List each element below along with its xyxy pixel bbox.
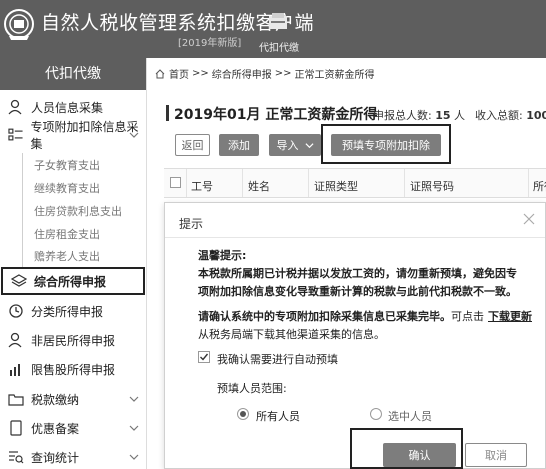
sidebar-item-label: 限售股所得申报 [31, 362, 116, 377]
subitem-label: 赡养老人支出 [34, 249, 100, 263]
radio-selected-persons-label[interactable]: 选中人员 [388, 408, 432, 424]
chevron-down-icon [129, 396, 139, 402]
income-total-value: 100 [526, 109, 546, 122]
auto-prefill-checkbox[interactable] [198, 351, 210, 363]
column-header-income[interactable]: 所得 [533, 178, 546, 194]
add-button[interactable]: 添加 [219, 134, 259, 156]
sidebar-item-label: 查询统计 [31, 450, 80, 465]
total-persons-unit: 人 [454, 109, 466, 122]
prefill-range-label: 预填人员范围: [217, 382, 287, 395]
cancel-button[interactable]: 取消 [465, 443, 527, 467]
back-button[interactable]: 返回 [175, 134, 210, 156]
column-header-id-type[interactable]: 证照类型 [314, 178, 358, 194]
total-persons-value: 15 [435, 109, 451, 122]
layers-icon [11, 274, 27, 287]
app-header: 自然人税收管理系统扣缴客户端 [2019年新版] 代扣代缴 [0, 0, 546, 58]
table-header: 工号 姓名 证照类型 证照号码 所得 [164, 168, 546, 198]
breadcrumb: 首页 >> 综合所得申报 >> 正常工资薪金所得 [155, 66, 375, 81]
notice-line-1: 本税款所属期已计税并据以发放工资的，请勿重新预填，避免因专 [198, 267, 517, 280]
highlight-box-prefill [321, 124, 451, 164]
withholding-tab-label[interactable]: 代扣代缴 [259, 39, 299, 54]
subitem-label: 住房租金支出 [34, 227, 100, 241]
doc-icon [10, 420, 22, 436]
sidebar-subitem-mortgage-interest[interactable]: 住房贷款利息支出 [0, 199, 147, 222]
dialog-title: 提示 [179, 217, 204, 231]
import-dropdown-button[interactable]: 导入 [269, 134, 321, 156]
notice-line-2: 项附加扣除信息变化导致重新计算的税款与此前代扣税款不一致。 [198, 285, 517, 298]
sidebar-item-query-stats[interactable]: 查询统计 [0, 443, 147, 469]
confirm-line-2: 从税务局端下载其他渠道采集的信息。 [198, 328, 385, 341]
subitem-label: 住房贷款利息支出 [34, 204, 122, 218]
person-icon [8, 332, 22, 348]
sidebar-header: 代扣代缴 [0, 58, 146, 90]
chevron-down-icon [304, 142, 314, 148]
list-icon [8, 128, 23, 141]
sidebar-item-label: 人员信息采集 [31, 100, 104, 115]
sidebar-item-special-deduction[interactable]: 专项附加扣除信息采集 [0, 120, 147, 151]
sidebar-item-comprehensive-income[interactable]: 综合所得申报 [1, 267, 145, 295]
breadcrumb-current: 正常工资薪金所得 [294, 70, 375, 81]
column-header-id-number[interactable]: 证照号码 [410, 178, 454, 194]
sidebar-subitem-child-education[interactable]: 子女教育支出 [0, 153, 147, 176]
radio-all-persons[interactable] [237, 408, 249, 420]
breadcrumb-level2[interactable]: 综合所得申报 [212, 66, 272, 81]
total-persons-label: 申报总人数: [373, 109, 432, 122]
clock-icon [9, 304, 23, 318]
subitem-label: 子女教育支出 [34, 158, 100, 172]
sidebar-subitem-continuing-education[interactable]: 继续教育支出 [0, 176, 147, 199]
prefill-dialog: 提示 温馨提示: 本税款所属期已计税并据以发放工资的，请勿重新预填，避免因专 项… [164, 202, 546, 469]
sidebar-subitem-rent[interactable]: 住房租金支出 [0, 222, 147, 245]
sidebar-subitem-elderly-support[interactable]: 赡养老人支出 [0, 244, 147, 267]
breadcrumb-separator: >> [192, 68, 209, 79]
sidebar-item-label: 分类所得申报 [31, 304, 104, 319]
chevron-down-icon [129, 425, 139, 431]
sidebar-item-personnel[interactable]: 人员信息采集 [0, 93, 147, 121]
withholding-icon[interactable] [268, 12, 288, 30]
column-header-id[interactable]: 工号 [191, 178, 213, 194]
income-total-label: 收入总额: [475, 109, 523, 122]
sidebar-item-classified-income[interactable]: 分类所得申报 [0, 297, 147, 325]
subitem-label: 继续教育支出 [34, 181, 100, 195]
person-icon [8, 99, 22, 115]
sidebar-item-nonresident-income[interactable]: 非居民所得申报 [0, 326, 147, 354]
radio-all-persons-label[interactable]: 所有人员 [256, 408, 300, 424]
download-update-link[interactable]: 下载更新 [488, 310, 532, 323]
chevron-down-icon [129, 132, 139, 138]
chevron-down-icon [129, 454, 139, 460]
select-all-checkbox[interactable] [170, 177, 181, 188]
import-label: 导入 [276, 139, 299, 152]
sidebar-item-label: 优惠备案 [31, 421, 80, 436]
tax-emblem-icon [4, 9, 34, 40]
sidebar-item-tax-payment[interactable]: 税款缴纳 [0, 385, 147, 413]
confirm-line-tail: 可点击 [451, 310, 484, 323]
total-persons: 申报总人数: 15 人 [373, 107, 465, 123]
highlight-box-confirm [350, 428, 463, 469]
close-icon[interactable] [523, 213, 535, 225]
sidebar-item-label: 非居民所得申报 [31, 333, 116, 348]
home-icon[interactable] [155, 68, 165, 79]
page-title: 2019年01月 正常工资薪金所得 [174, 107, 378, 123]
bars-icon [10, 364, 20, 376]
sidebar-item-label: 综合所得申报 [34, 274, 107, 289]
breadcrumb-separator: >> [274, 68, 292, 79]
sidebar-item-label: 税款缴纳 [31, 392, 80, 407]
income-total: 收入总额: 100 [475, 107, 546, 123]
radio-selected-persons[interactable] [370, 408, 382, 420]
page-title-row: 2019年01月 正常工资薪金所得 [168, 104, 377, 124]
app-version: [2019年新版] [178, 38, 242, 49]
column-header-name[interactable]: 姓名 [248, 178, 270, 194]
confirm-line-bold: 请确认系统中的专项附加扣除采集信息已采集完毕。 [198, 310, 451, 323]
confirm-line-1: 请确认系统中的专项附加扣除采集信息已采集完毕。可点击 下载更新 [198, 308, 532, 324]
auto-prefill-label[interactable]: 我确认需要进行自动预填 [217, 351, 338, 367]
sidebar-item-restricted-shares[interactable]: 限售股所得申报 [0, 355, 147, 383]
folder-icon [8, 394, 24, 406]
notice-title: 温馨提示: [198, 249, 247, 262]
sidebar-item-preferential-filing[interactable]: 优惠备案 [0, 414, 147, 442]
search-list-icon [9, 451, 24, 464]
breadcrumb-home[interactable]: 首页 [169, 66, 189, 81]
